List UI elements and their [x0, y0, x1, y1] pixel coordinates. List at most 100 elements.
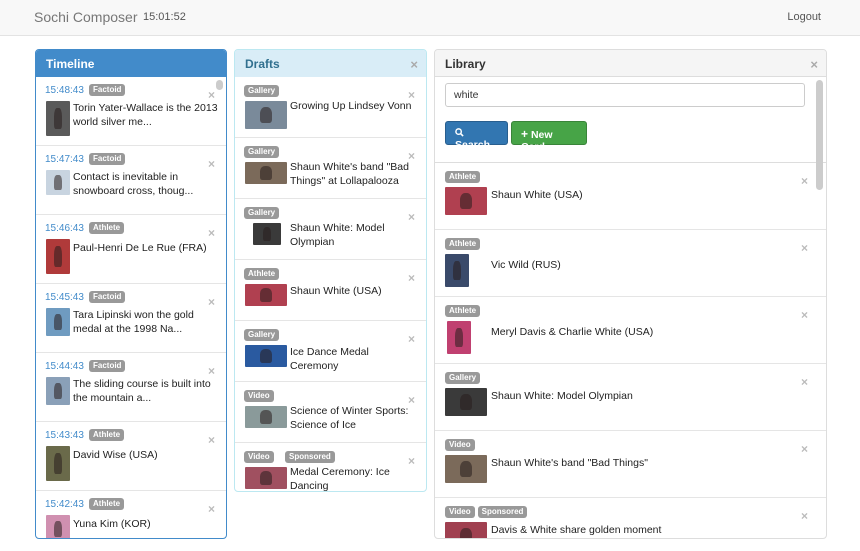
thumbnail [46, 101, 70, 136]
timeline-list: 15:48:43 Factoid Torin Yater-Wallace is th… [36, 77, 226, 538]
type-badge: Athlete [445, 305, 481, 318]
thumbnail [445, 388, 487, 416]
type-badge: Video [244, 390, 274, 402]
close-icon[interactable]: × [408, 89, 415, 101]
type-badge: Factoid [89, 84, 126, 96]
item-text: The sliding course is built into the mou… [73, 378, 211, 404]
close-icon[interactable]: × [208, 296, 215, 308]
close-icon[interactable]: × [208, 434, 215, 446]
timeline-item[interactable]: 15:48:43 Factoid Torin Yater-Wallace is th… [36, 77, 226, 146]
timeline-item[interactable]: 15:45:43 Factoid Tara Lipinski won the gol… [36, 284, 226, 353]
type-badge: Factoid [89, 360, 126, 372]
library-item[interactable]: Athlete Vic Wild (RUS) × [435, 230, 826, 297]
thumbnail [46, 515, 70, 538]
close-icon[interactable]: × [410, 58, 418, 71]
thumbnail [245, 101, 287, 129]
close-icon[interactable]: × [408, 333, 415, 345]
close-icon[interactable]: × [801, 376, 808, 388]
timestamp: 15:44:43 [45, 361, 84, 372]
timestamp: 15:45:43 [45, 292, 84, 303]
close-icon[interactable]: × [208, 503, 215, 515]
type-badge: Video [244, 451, 274, 463]
library-item[interactable]: Video Sponsored Davis & White share golden… [435, 498, 826, 538]
close-icon[interactable]: × [408, 455, 415, 467]
new-card-button[interactable]: + New Card [511, 121, 587, 153]
item-text: Ice Dance Medal Ceremony [290, 346, 369, 372]
type-badge: Factoid [89, 291, 126, 303]
timeline-header: Timeline [36, 50, 226, 77]
item-text: Paul-Henri De Le Rue (FRA) [73, 242, 207, 254]
badge-group: Gallery [445, 372, 481, 385]
drafts-list: Gallery Growing Up Lindsey Vonn × Gallery Sh… [235, 77, 426, 491]
close-icon[interactable]: × [801, 175, 808, 187]
thumbnail [46, 308, 70, 336]
type-badge: Gallery [244, 146, 280, 158]
close-icon[interactable]: × [801, 510, 808, 522]
close-icon[interactable]: × [801, 443, 808, 455]
library-search-input[interactable] [445, 83, 805, 107]
badge-group: Video [445, 439, 475, 452]
library-title: Library [445, 57, 486, 71]
item-text: Growing Up Lindsey Vonn [290, 100, 412, 112]
thumbnail [46, 239, 70, 274]
library-item[interactable]: Athlete Shaun White (USA) × [435, 163, 826, 230]
close-icon[interactable]: × [208, 365, 215, 377]
search-button[interactable]: Search [445, 121, 508, 151]
library-scrollbar[interactable] [816, 80, 823, 190]
search-button-label: Search [455, 139, 491, 151]
item-text: David Wise (USA) [73, 449, 158, 461]
library-item[interactable]: Video Shaun White's band "Bad Things" × [435, 431, 826, 498]
type-badge: Gallery [244, 207, 280, 219]
timeline-item[interactable]: 15:44:43 Factoid The sliding course is bui… [36, 353, 226, 422]
type-badge: Gallery [445, 372, 481, 385]
type-badge: Gallery [244, 329, 280, 341]
timeline-item[interactable]: 15:47:43 Factoid Contact is inevitable in … [36, 146, 226, 215]
close-icon[interactable]: × [208, 227, 215, 239]
timeline-scrollbar[interactable] [216, 80, 223, 90]
close-icon[interactable]: × [810, 58, 818, 71]
type-badge: Factoid [89, 153, 126, 165]
timeline-item[interactable]: 15:43:43 Athlete David Wise (USA) × [36, 422, 226, 491]
type-badge: Video [445, 439, 475, 452]
type-badge: Athlete [445, 171, 481, 184]
logout-link[interactable]: Logout [787, 11, 821, 23]
navbar: Sochi Composer 15:01:52 Logout [0, 0, 860, 36]
close-icon[interactable]: × [801, 309, 808, 321]
item-text: Contact is inevitable in snowboard cross… [73, 171, 194, 197]
draft-item[interactable]: Gallery Growing Up Lindsey Vonn × [235, 77, 426, 138]
close-icon[interactable]: × [801, 242, 808, 254]
timeline-item[interactable]: 15:46:43 Athlete Paul-Henri De Le Rue (FRA… [36, 215, 226, 284]
plus-icon: + [521, 127, 529, 141]
timestamp: 15:43:43 [45, 430, 84, 441]
thumbnail [245, 345, 287, 367]
draft-item[interactable]: Athlete Shaun White (USA) × [235, 260, 426, 321]
close-icon[interactable]: × [208, 158, 215, 170]
item-text: Shaun White (USA) [491, 189, 583, 201]
thumbnail [245, 284, 287, 306]
close-icon[interactable]: × [208, 89, 215, 101]
badge-group: Athlete [445, 171, 481, 184]
close-icon[interactable]: × [408, 394, 415, 406]
item-text: Torin Yater-Wallace is the 2013 world si… [73, 102, 218, 128]
close-icon[interactable]: × [408, 272, 415, 284]
draft-item[interactable]: Video Sponsored Medal Ceremony: Ice Dancin… [235, 443, 426, 491]
timestamp: 15:42:43 [45, 499, 84, 510]
draft-item[interactable]: Gallery Ice Dance Medal Ceremony × [235, 321, 426, 382]
badge-group: Athlete [445, 238, 481, 251]
draft-item[interactable]: Video Science of Winter Sports: Science o… [235, 382, 426, 443]
item-text: Davis & White share golden moment [491, 524, 662, 536]
library-item[interactable]: Athlete Meryl Davis & Charlie White (USA)… [435, 297, 826, 364]
draft-item[interactable]: Gallery Shaun White's band "Bad Things" a… [235, 138, 426, 199]
timeline-item[interactable]: 15:42:43 Athlete Yuna Kim (KOR) × [36, 491, 226, 538]
close-icon[interactable]: × [408, 150, 415, 162]
draft-item[interactable]: Gallery Shaun White: Model Olympian × [235, 199, 426, 260]
thumbnail [445, 522, 487, 538]
item-text: Shaun White: Model Olympian [290, 222, 385, 248]
item-text: Shaun White: Model Olympian [491, 390, 633, 402]
library-item[interactable]: Gallery Shaun White: Model Olympian × [435, 364, 826, 431]
item-text: Shaun White (USA) [290, 285, 382, 297]
thumbnail [245, 406, 287, 428]
badge-group: Video Sponsored [445, 506, 528, 519]
close-icon[interactable]: × [408, 211, 415, 223]
app-title[interactable]: Sochi Composer [34, 9, 138, 25]
